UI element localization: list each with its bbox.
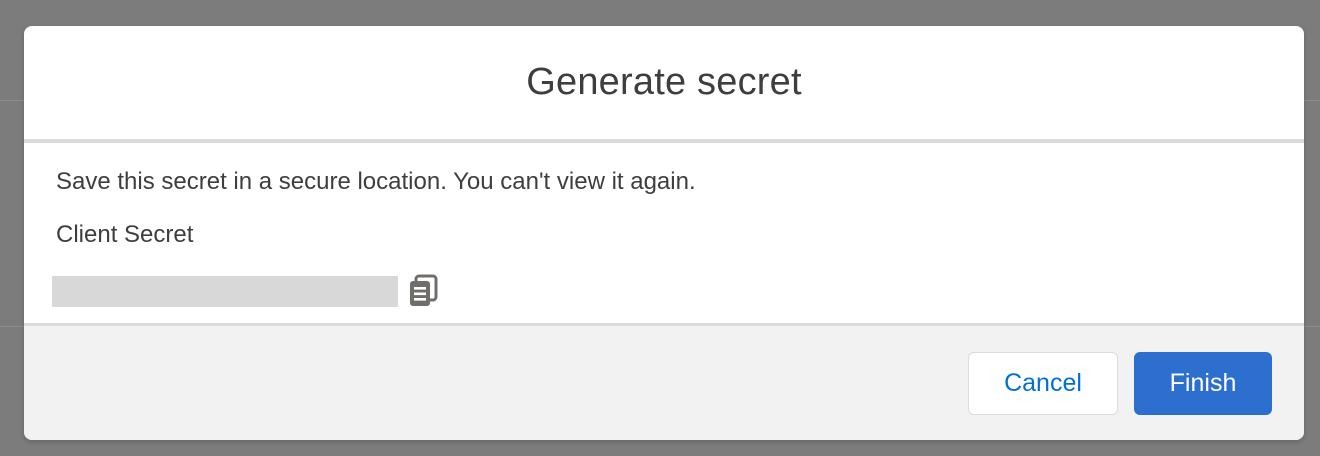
generate-secret-modal: Generate secret Save this secret in a se… (24, 26, 1304, 440)
copy-icon[interactable] (408, 274, 438, 308)
client-secret-value (52, 276, 398, 307)
modal-title: Generate secret (526, 61, 802, 103)
modal-body: Save this secret in a secure location. Y… (24, 143, 1304, 323)
modal-header: Generate secret (24, 26, 1304, 143)
modal-footer: Cancel Finish (24, 323, 1304, 440)
cancel-button[interactable]: Cancel (968, 352, 1118, 415)
finish-button[interactable]: Finish (1134, 352, 1272, 415)
secret-warning-text: Save this secret in a secure location. Y… (56, 168, 696, 195)
client-secret-label: Client Secret (56, 221, 194, 248)
